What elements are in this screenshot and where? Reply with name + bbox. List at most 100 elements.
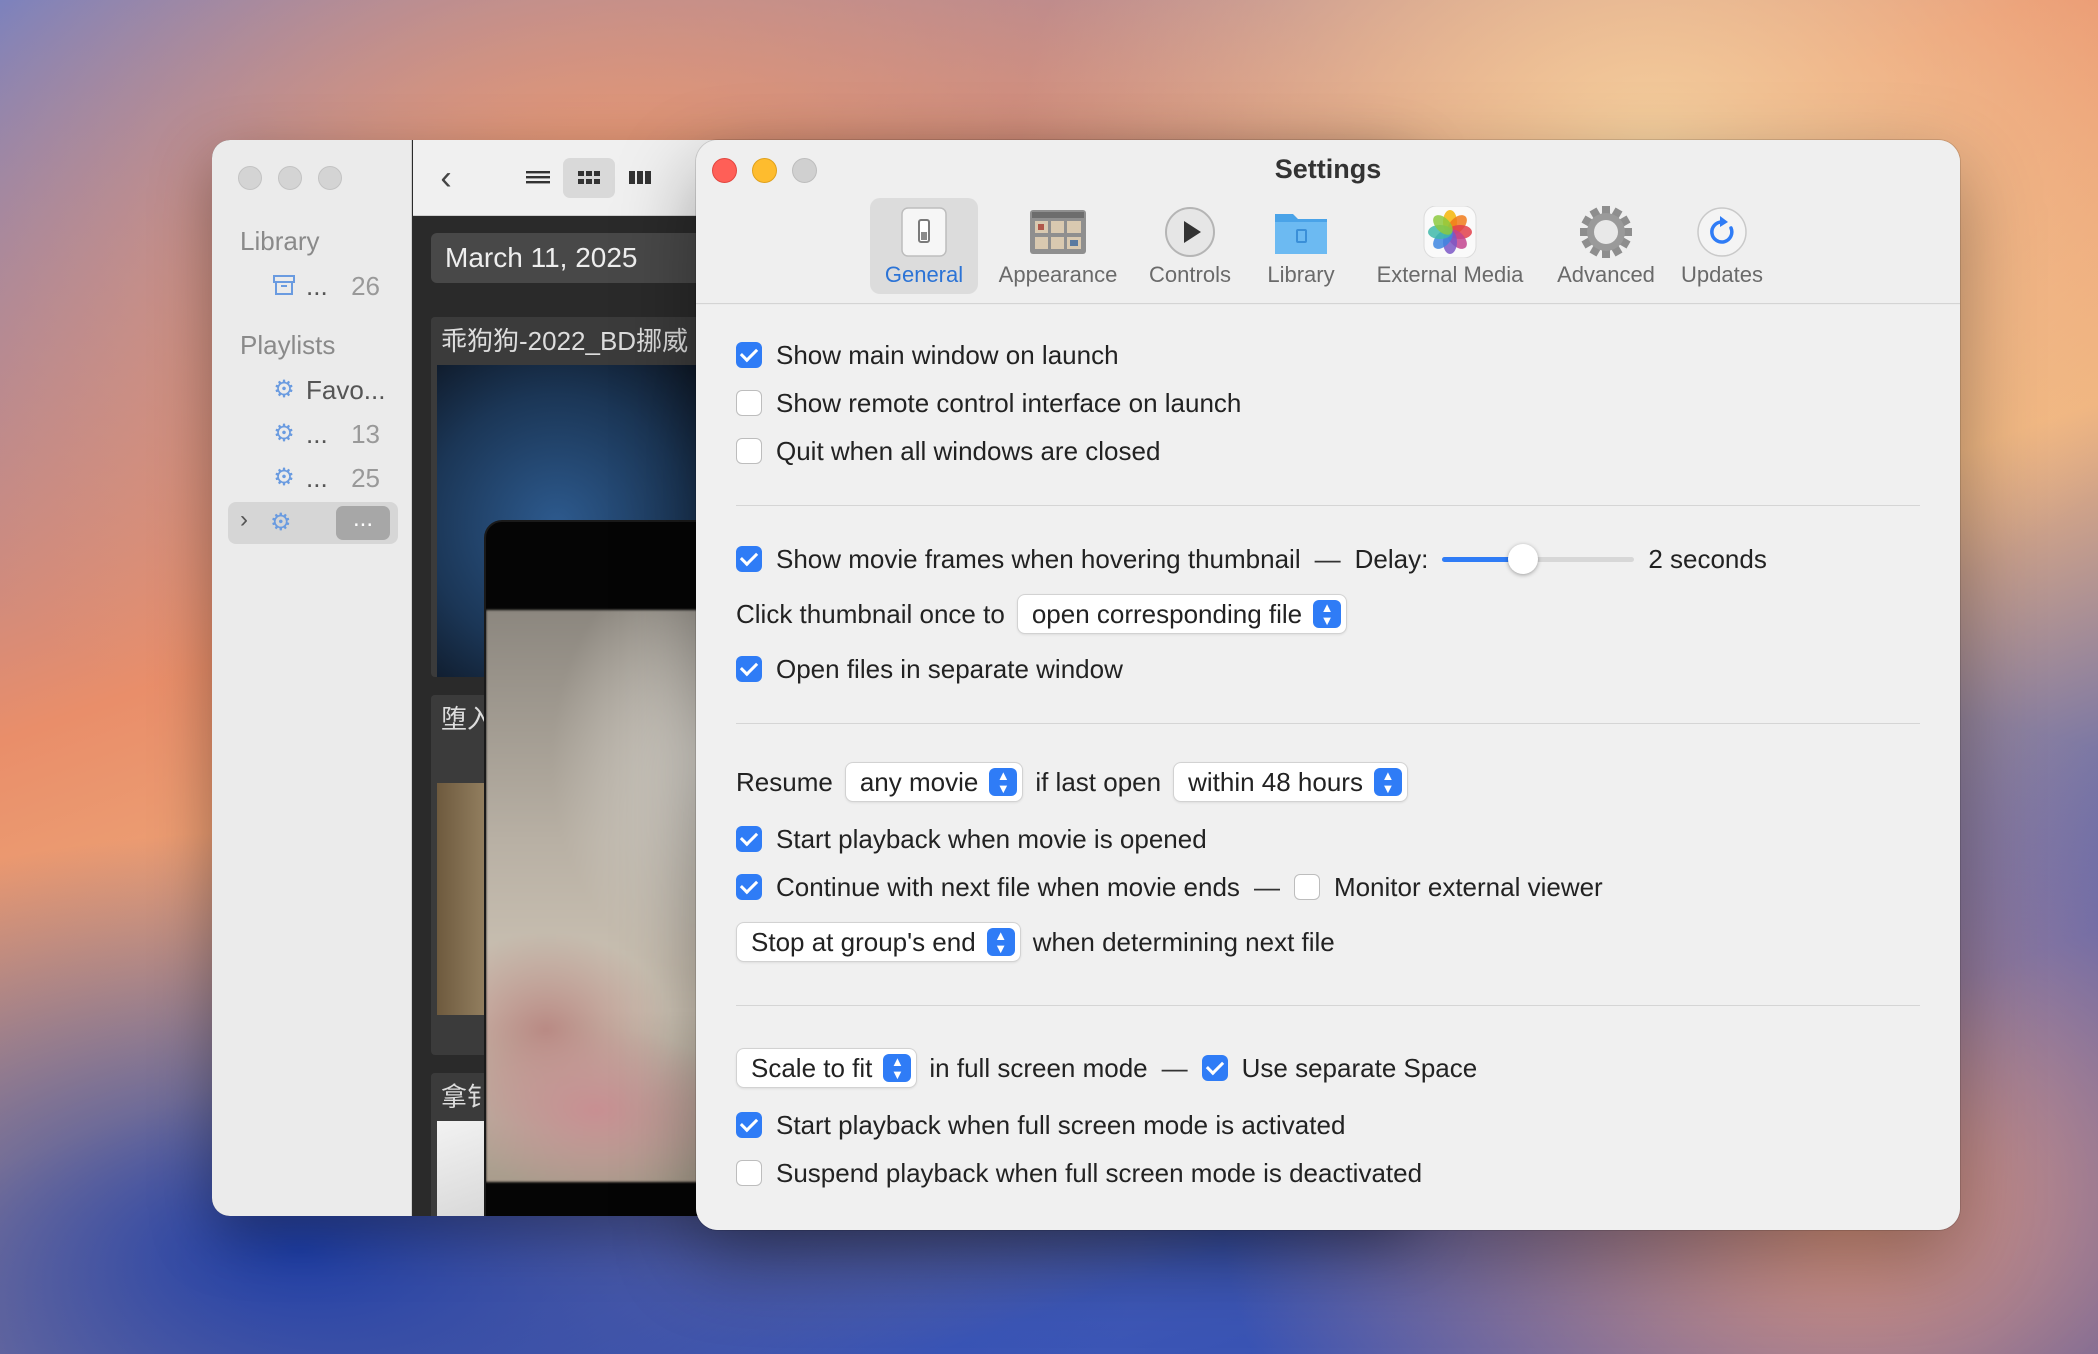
scale-popup[interactable]: Scale to fit ▲ ▼ (736, 1048, 918, 1088)
gear-icon: ⚙ (270, 509, 292, 536)
separate-window-row[interactable]: Open files in separate window (736, 651, 1123, 687)
chevron-updown-icon: ▲ ▼ (989, 768, 1018, 796)
separate-window-checkbox[interactable] (736, 656, 762, 682)
show-remote-control-checkbox[interactable] (736, 390, 762, 416)
start-on-open-row[interactable]: Start playback when movie is opened (736, 821, 1207, 857)
sidebar-item-selected[interactable]: › ⚙ ... (228, 502, 398, 544)
tab-advanced[interactable]: Advanced (1552, 198, 1660, 294)
continue-next-checkbox[interactable] (736, 874, 762, 900)
gear-icon: ⚙ (273, 464, 295, 491)
delay-label: Delay: (1354, 543, 1429, 574)
grid-view-icon[interactable] (576, 166, 602, 195)
sidebar-item-label: ... (306, 270, 328, 301)
quit-when-closed-checkbox[interactable] (736, 438, 762, 464)
start-on-fullscreen-row[interactable]: Start playback when full screen mode is … (736, 1107, 1345, 1143)
gear-icon (1578, 206, 1634, 258)
minimize-button-inactive[interactable] (278, 166, 302, 190)
archive-icon (270, 272, 298, 300)
sidebar-item-label: Favo... (306, 374, 386, 405)
popup-value: Stop at group's end (751, 926, 976, 957)
quit-when-closed-row[interactable]: Quit when all windows are closed (736, 433, 1160, 469)
resume-label: Resume (736, 766, 833, 797)
continue-next-row: Continue with next file when movie ends … (736, 869, 1603, 905)
separator-dash: — (1161, 1052, 1188, 1083)
separate-space-checkbox[interactable] (1201, 1055, 1228, 1081)
tab-label: Library (1267, 262, 1335, 287)
grid-icon (1030, 206, 1086, 258)
tab-label: External Media (1376, 262, 1524, 287)
popup-value: Scale to fit (751, 1052, 873, 1083)
suspend-on-exit-checkbox[interactable] (736, 1160, 762, 1186)
divider (736, 1005, 1920, 1006)
switch-icon (896, 206, 952, 258)
checkbox-label: Open files in separate window (776, 653, 1123, 684)
tab-appearance[interactable]: Appearance (990, 198, 1126, 294)
stop-at-row: Stop at group's end ▲ ▼ when determining … (724, 921, 1335, 963)
tab-label: Appearance (998, 262, 1118, 287)
back-icon[interactable]: ‹ (431, 160, 461, 196)
folder-icon (1273, 206, 1329, 258)
tab-updates[interactable]: Updates (1672, 198, 1772, 294)
if-last-open-label: if last open (1035, 766, 1162, 797)
slider-knob[interactable] (1508, 544, 1539, 574)
monitor-external-checkbox[interactable] (1293, 874, 1320, 900)
photos-icon (1422, 205, 1478, 259)
stop-at-popup[interactable]: Stop at group's end ▲ ▼ (736, 922, 1021, 962)
resume-popup[interactable]: any movie ▲ ▼ (844, 762, 1024, 802)
close-button-inactive[interactable] (238, 166, 262, 190)
separator-dash: — (1253, 871, 1280, 902)
chevron-right-icon[interactable]: › (240, 506, 248, 534)
sidebar-item-count: 26 (351, 270, 380, 301)
delay-value: 2 seconds (1648, 543, 1767, 574)
start-on-fullscreen-checkbox[interactable] (736, 1112, 762, 1138)
sidebar-item-library[interactable]: ... 26 (212, 266, 412, 306)
checkbox-label: Use separate Space (1241, 1052, 1478, 1083)
checkbox-label: Start playback when full screen mode is … (776, 1109, 1346, 1140)
general-settings-pane: Show main window on launch Show remote c… (696, 305, 1960, 1230)
column-view-icon[interactable] (627, 166, 653, 195)
tab-general[interactable]: General (870, 198, 978, 294)
show-main-window-checkbox[interactable] (736, 342, 762, 368)
chevron-updown-icon: ▲ ▼ (1373, 768, 1402, 796)
gear-icon: ⚙ (273, 376, 295, 403)
delay-slider[interactable] (1442, 544, 1635, 574)
start-on-open-checkbox[interactable] (736, 826, 762, 852)
zoom-button-inactive[interactable] (318, 166, 342, 190)
popup-value: open corresponding file (1031, 598, 1303, 629)
sidebar-item-count: 25 (351, 462, 380, 493)
tab-external-media[interactable]: External Media (1360, 198, 1540, 294)
play-icon (1162, 206, 1218, 258)
suspend-on-exit-row[interactable]: Suspend playback when full screen mode i… (736, 1155, 1422, 1191)
tab-controls[interactable]: Controls (1138, 198, 1242, 294)
playlists-heading: Playlists (240, 330, 336, 360)
library-sidebar: Library ... 26 Playlists ⚙ Favo... ⚙ ...… (212, 140, 412, 1216)
show-frames-row: Show movie frames when hovering thumbnai… (736, 541, 1767, 577)
tab-library[interactable]: Library (1254, 198, 1348, 294)
window-title: Settings (1274, 154, 1382, 184)
sidebar-item-playlist[interactable]: ⚙ Favo... (212, 370, 412, 410)
checkbox-label: Show movie frames when hovering thumbnai… (776, 543, 1301, 574)
settings-toolbar: Settings General Appearance Controls Lib… (696, 140, 1960, 304)
sidebar-item-playlist[interactable]: ⚙ ... 13 (212, 414, 412, 454)
chevron-updown-icon: ▲ ▼ (1313, 600, 1342, 628)
click-action-popup[interactable]: open corresponding file ▲ ▼ (1016, 594, 1348, 634)
checkbox-label: Start playback when movie is opened (776, 823, 1207, 854)
click-thumbnail-label: Click thumbnail once to (736, 598, 1005, 629)
gear-icon: ⚙ (273, 420, 295, 447)
sidebar-item-playlist[interactable]: ⚙ ... 25 (212, 458, 412, 498)
divider (736, 723, 1920, 724)
popup-value: any movie (859, 766, 979, 797)
chevron-updown-icon: ▲ ▼ (986, 928, 1015, 956)
show-frames-checkbox[interactable] (736, 546, 762, 572)
show-main-window-row[interactable]: Show main window on launch (736, 337, 1119, 373)
list-view-icon[interactable] (525, 166, 551, 195)
checkbox-label: Show main window on launch (776, 339, 1119, 370)
settings-window: Settings General Appearance Controls Lib… (696, 140, 1960, 1230)
tab-label: Controls (1149, 262, 1231, 287)
show-remote-control-row[interactable]: Show remote control interface on launch (736, 385, 1241, 421)
tab-label: General (884, 262, 964, 287)
scale-row: Scale to fit ▲ ▼ in full screen mode — Us… (724, 1047, 1477, 1089)
scale-suffix: in full screen mode (929, 1052, 1148, 1083)
separator-dash: — (1314, 543, 1341, 574)
within-popup[interactable]: within 48 hours ▲ ▼ (1173, 762, 1408, 802)
